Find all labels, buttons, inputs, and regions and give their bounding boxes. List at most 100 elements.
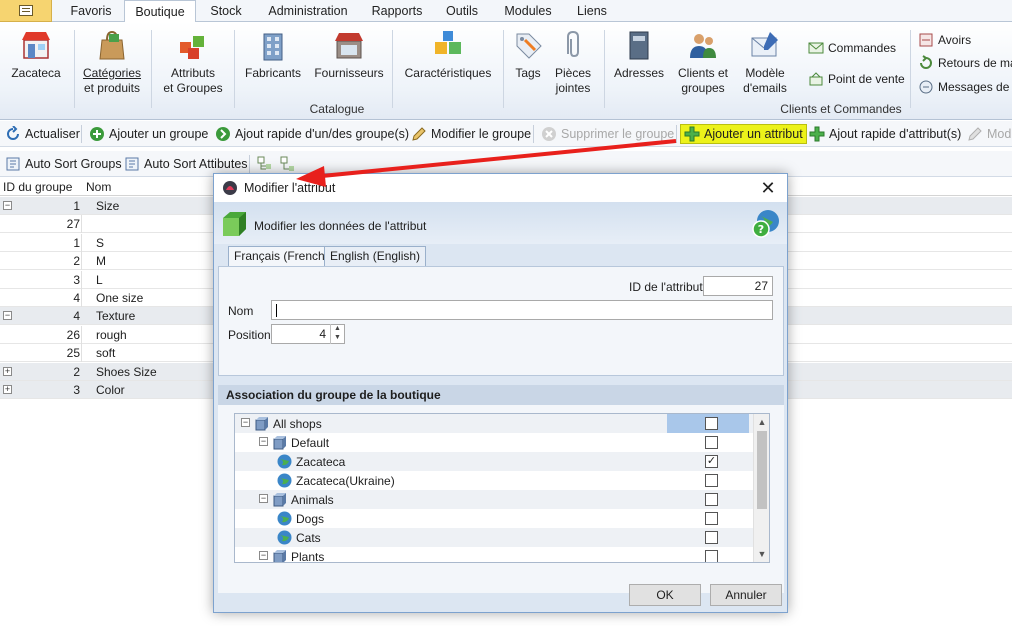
shop-tree-row[interactable]: − Animals	[235, 490, 755, 509]
collapse-icon[interactable]: −	[259, 437, 268, 446]
shop-checkbox[interactable]	[705, 531, 718, 544]
row-id: 3	[73, 383, 80, 397]
attributs-label-1: Attributs	[170, 66, 215, 80]
spin-up-icon[interactable]: ▲	[331, 324, 344, 333]
zacateca-button[interactable]: Zacateca	[8, 28, 64, 81]
supprimer-groupe-button[interactable]: Supprimer le groupe	[538, 124, 677, 144]
tag-icon	[516, 33, 542, 59]
tab-outils[interactable]: Outils	[438, 0, 486, 22]
collapse-icon[interactable]: −	[259, 551, 268, 560]
collapse-icon[interactable]: −	[241, 418, 250, 427]
orders-icon	[808, 42, 824, 54]
shop-checkbox[interactable]	[705, 493, 718, 506]
modifier-attribut-label: Mod	[987, 127, 1012, 141]
fabricants-button[interactable]: Fabricants	[240, 28, 306, 81]
collapse-icon[interactable]: −	[3, 311, 12, 321]
tab-liens[interactable]: Liens	[570, 0, 614, 22]
point-de-vente-button[interactable]: Point de vente	[808, 71, 905, 87]
commandes-button[interactable]: Commandes	[808, 40, 896, 56]
shop-tree-row[interactable]: Zacateca(Ukraine)	[235, 471, 755, 490]
pieces-jointes-button[interactable]: Pièces jointes	[550, 28, 596, 96]
tab-boutique[interactable]: Boutique	[124, 0, 196, 23]
id-label: ID de l'attribut	[629, 280, 703, 294]
close-icon[interactable]: ✕	[757, 177, 779, 199]
shop-checkbox[interactable]	[705, 474, 718, 487]
shop-checkbox[interactable]: ✓	[705, 455, 718, 468]
position-stepper[interactable]: 4 ▲ ▼	[271, 324, 345, 344]
tab-french[interactable]: Français (French)	[228, 246, 335, 267]
attributs-button[interactable]: Attributs et Groupes	[158, 28, 228, 96]
shop-tree-row[interactable]: − Default	[235, 433, 755, 452]
shop-checkbox[interactable]	[705, 417, 718, 430]
shop-checkbox[interactable]	[705, 436, 718, 449]
scroll-thumb[interactable]	[757, 431, 767, 509]
messages-button[interactable]: Messages de c	[918, 79, 1012, 95]
collapse-all-button[interactable]	[277, 154, 299, 174]
scroll-up-icon[interactable]: ▲	[754, 414, 769, 430]
avoirs-button[interactable]: Avoirs	[918, 32, 971, 48]
shop-tree-row[interactable]: − Plants	[235, 547, 755, 562]
shop-tree-row[interactable]: − All shops	[235, 414, 755, 433]
actualiser-button[interactable]: Actualiser	[2, 124, 83, 144]
tab-stock[interactable]: Stock	[200, 0, 252, 22]
expand-icon[interactable]: +	[3, 385, 12, 394]
tab-administration[interactable]: Administration	[258, 0, 358, 22]
categories-label-1: Catégories	[82, 66, 142, 80]
modifier-attribut-button[interactable]: Mod	[964, 124, 1012, 144]
row-name: Size	[96, 199, 120, 213]
auto-sort-groups-button[interactable]: Auto Sort Groups	[2, 154, 125, 174]
ajouter-groupe-button[interactable]: Ajouter un groupe	[86, 124, 211, 144]
collapse-icon[interactable]: −	[3, 201, 12, 210]
expand-all-button[interactable]	[254, 154, 276, 174]
shop-checkbox[interactable]	[705, 550, 718, 562]
caracteristiques-button[interactable]: Caractéristiques	[400, 28, 496, 81]
auto-sort-attributes-button[interactable]: Auto Sort Attibutes	[121, 154, 251, 174]
ribbon-separator	[604, 30, 605, 108]
shop-group-icon	[273, 550, 286, 562]
pos-icon	[809, 72, 823, 86]
spin-down-icon[interactable]: ▼	[331, 333, 344, 342]
ok-button[interactable]: OK	[629, 584, 701, 606]
modifier-groupe-button[interactable]: Modifier le groupe	[408, 124, 534, 144]
ajout-rapide-groupes-button[interactable]: Ajout rapide d'un/des groupe(s)	[212, 124, 412, 144]
modele-emails-button[interactable]: Modèle d'emails	[738, 28, 792, 96]
ajout-rapide-attributs-button[interactable]: Ajout rapide d'attribut(s)	[806, 124, 964, 144]
shop-tree-row[interactable]: Dogs	[235, 509, 755, 528]
fournisseurs-button[interactable]: Fournisseurs	[312, 28, 386, 81]
building-icon	[263, 33, 283, 61]
tree-scrollbar[interactable]: ▲ ▼	[753, 414, 769, 562]
shop-tree-row[interactable]: Cats	[235, 528, 755, 547]
tab-rapports[interactable]: Rapports	[364, 0, 430, 22]
scroll-down-icon[interactable]: ▼	[754, 546, 769, 562]
ajouter-attribut-button[interactable]: Ajouter un attribut	[680, 124, 807, 144]
help-globe-icon[interactable]: ?	[751, 208, 781, 238]
shop-label: All shops	[273, 417, 322, 431]
tags-button[interactable]: Tags	[508, 28, 548, 81]
dialog-header: Modifier les données de l'attribut ?	[214, 202, 787, 244]
expand-icon[interactable]: +	[3, 366, 12, 376]
name-input[interactable]	[271, 300, 773, 320]
ribbon: Zacateca Catégories et produits Attribut…	[0, 22, 1012, 120]
adresses-button[interactable]: Adresses	[610, 28, 668, 81]
tab-modules[interactable]: Modules	[496, 0, 560, 22]
app-logo-icon	[223, 181, 237, 195]
collapse-icon[interactable]: −	[259, 494, 268, 503]
application-menu-button[interactable]	[0, 0, 52, 22]
attribute-form: ID de l'attribut 27 Nom Position 4 ▲ ▼	[218, 266, 784, 376]
attributs-label-2: et Groupes	[163, 81, 223, 95]
plus-icon	[684, 126, 700, 142]
retours-button[interactable]: Retours de ma	[918, 55, 1012, 71]
row-id: 4	[73, 309, 80, 324]
shop-checkbox[interactable]	[705, 512, 718, 525]
cancel-button[interactable]: Annuler	[710, 584, 782, 606]
group-label-clients: Clients et Commandes	[780, 102, 902, 116]
header-name[interactable]: Nom	[86, 180, 111, 194]
shop-tree-row[interactable]: Zacateca ✓	[235, 452, 755, 471]
tab-english[interactable]: English (English)	[324, 246, 427, 266]
header-id[interactable]: ID du groupe	[3, 180, 72, 194]
colored-blocks-icon	[435, 31, 461, 54]
categories-button[interactable]: Catégories et produits	[80, 28, 144, 96]
tab-favoris[interactable]: Favoris	[60, 0, 122, 22]
clients-button[interactable]: Clients et groupes	[672, 28, 734, 96]
position-spin[interactable]: ▲ ▼	[330, 324, 344, 344]
